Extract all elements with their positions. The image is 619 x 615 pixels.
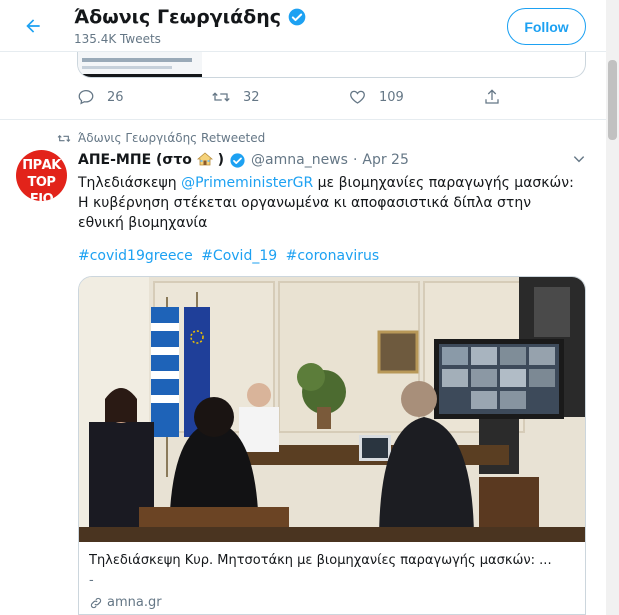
retweeted-label[interactable]: Άδωνις Γεωργιάδης Retweeted: [56, 131, 265, 145]
link-preview-card[interactable]: Τηλεδιάσκεψη Κυρ. Μητσοτάκη με βιομηχανί…: [78, 276, 586, 615]
hashtag-link[interactable]: #coronavirus: [286, 248, 380, 264]
author-name[interactable]: ΑΠΕ-ΜΠΕ (στο ): [78, 152, 224, 168]
back-button[interactable]: [16, 9, 50, 43]
follow-button[interactable]: Follow: [507, 8, 586, 45]
avatar-logo-text: ΠΡΑΚ ΤΟΡ ΕΙΟ: [22, 158, 61, 201]
card-title[interactable]: Τηλεδιάσκεψη Κυρ. Μητσοτάκη με βιομηχανί…: [89, 553, 579, 568]
link-icon: [90, 597, 102, 608]
card-description: -: [89, 573, 94, 588]
page-title: Άδωνις Γεωργιάδης: [74, 6, 307, 28]
retweet-action[interactable]: 32: [211, 88, 260, 106]
previous-tweet-card[interactable]: [77, 52, 586, 78]
tweet-actions: 26 32 109: [77, 88, 517, 110]
reply-icon: [78, 89, 94, 105]
mention-link[interactable]: @PrimeministerGR: [181, 175, 313, 191]
verified-badge-icon: [230, 152, 245, 168]
scrollbar-thumb[interactable]: [608, 60, 617, 140]
share-icon: [485, 89, 499, 104]
hashtags: #covid19greece #Covid_19 #coronavirus: [78, 246, 383, 266]
scrollbar[interactable]: [606, 0, 619, 615]
house-emoji-icon: [196, 152, 213, 166]
card-image: [79, 277, 585, 542]
reply-action[interactable]: 26: [77, 88, 124, 106]
separator-dot: ·: [352, 152, 358, 168]
tweets-count: 135.4K Tweets: [74, 32, 161, 46]
arrow-left-icon: [26, 19, 40, 33]
tweet-date[interactable]: Apr 25: [362, 152, 408, 168]
like-action[interactable]: 109: [348, 88, 404, 106]
profile-header: Άδωνις Γεωργιάδης 135.4K Tweets Follow: [0, 0, 606, 52]
tweet-menu-button[interactable]: [570, 150, 588, 168]
previous-card-thumbnail: [78, 52, 202, 77]
retweet-icon: [57, 134, 71, 142]
heart-icon: [350, 90, 365, 104]
tweet-divider: [0, 119, 606, 120]
hashtag-link[interactable]: #covid19greece: [78, 248, 193, 264]
verified-badge-icon: [288, 8, 306, 26]
hashtag-link[interactable]: #Covid_19: [201, 248, 277, 264]
avatar[interactable]: ΠΡΑΚ ΤΟΡ ΕΙΟ: [16, 150, 67, 201]
card-domain[interactable]: amna.gr: [89, 595, 162, 610]
share-action[interactable]: [483, 88, 501, 106]
tweet-text: Τηλεδιάσκεψη @PrimeministerGR με βιομηχα…: [78, 175, 574, 231]
tweet-author-line: ΑΠΕ-ΜΠΕ (στο ) @amna_news · Apr 25: [78, 150, 409, 170]
retweet-icon: [212, 92, 230, 102]
author-handle[interactable]: @amna_news: [251, 152, 348, 168]
meeting-photo: [79, 277, 585, 542]
chevron-down-icon: [573, 156, 585, 163]
